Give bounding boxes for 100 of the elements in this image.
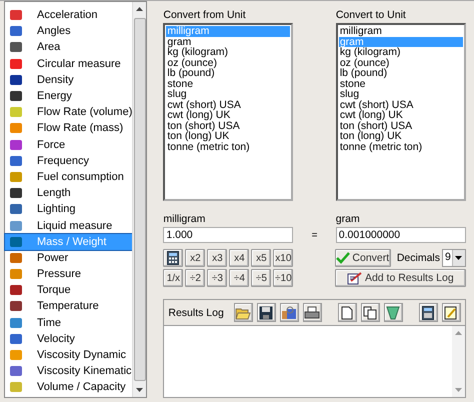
copy-button[interactable] xyxy=(360,303,380,322)
unit-item[interactable]: slug xyxy=(166,89,290,100)
unit-item[interactable]: cwt (short) USA xyxy=(338,100,463,110)
unit-item[interactable]: gram xyxy=(166,36,290,47)
divide-button[interactable]: ÷10 xyxy=(273,269,294,287)
category-item[interactable]: Energy xyxy=(5,88,132,104)
category-item[interactable]: Viscosity Dynamic xyxy=(5,346,132,364)
notepad-icon xyxy=(346,272,363,284)
divide-button[interactable]: ÷3 xyxy=(207,269,228,287)
calculator-button[interactable] xyxy=(418,303,438,322)
unit-item[interactable]: ton (short) USA xyxy=(338,120,463,131)
export-button[interactable] xyxy=(280,303,299,322)
equals-sign: = xyxy=(312,230,318,243)
category-icon xyxy=(9,299,23,314)
calculator-icon xyxy=(422,306,434,320)
decimals-label: Decimals xyxy=(396,252,440,264)
printer-icon xyxy=(304,306,320,320)
scroll-thumb[interactable] xyxy=(134,18,146,381)
from-value-field[interactable]: 1.000 xyxy=(163,227,294,243)
category-icon xyxy=(9,267,23,282)
category-icon xyxy=(9,121,23,136)
unit-item[interactable]: slug xyxy=(338,89,463,100)
unit-list-label: Convert to Unit xyxy=(336,9,407,21)
category-item[interactable]: Flow Rate (volume) xyxy=(5,104,132,120)
open-button[interactable] xyxy=(234,303,253,322)
category-item[interactable]: Frequency xyxy=(5,152,132,169)
add-to-log-button[interactable]: Add to Results Log xyxy=(334,269,466,287)
unit-item[interactable]: kg (kilogram) xyxy=(338,47,463,58)
category-icon xyxy=(9,89,23,104)
multiply-button[interactable]: x5 xyxy=(251,249,272,267)
multiply-button[interactable]: x3 xyxy=(207,249,228,267)
unit-item[interactable]: cwt (long) UK xyxy=(166,110,290,120)
multiply-button[interactable]: x10 xyxy=(273,249,294,267)
category-icon xyxy=(9,8,23,22)
category-item[interactable]: Power xyxy=(5,250,132,266)
scroll-up-icon[interactable] xyxy=(136,7,144,11)
convert-button[interactable]: Convert xyxy=(334,249,391,267)
category-item[interactable]: Fuel consumption xyxy=(5,168,132,186)
unit-item[interactable]: ton (long) UK xyxy=(338,131,463,142)
scroll-down-icon[interactable] xyxy=(136,388,144,392)
folder-icon xyxy=(235,306,252,320)
unit-item[interactable]: cwt (short) USA xyxy=(166,100,290,110)
scrollbar[interactable] xyxy=(132,2,146,397)
unit-item[interactable]: oz (ounce) xyxy=(338,58,463,68)
category-item[interactable]: Liquid measure xyxy=(5,217,132,234)
unit-item[interactable]: lb (pound) xyxy=(166,68,290,78)
unit-item[interactable]: cwt (long) UK xyxy=(338,110,463,120)
multiply-button[interactable]: x4 xyxy=(229,249,250,267)
clear-button[interactable] xyxy=(384,303,403,322)
category-item[interactable]: Area xyxy=(5,39,132,56)
print-button[interactable] xyxy=(302,303,322,322)
unit-item[interactable]: milligram xyxy=(338,26,463,36)
results-log-label: Results Log xyxy=(168,306,224,318)
category-item[interactable]: Circular measure xyxy=(5,56,132,72)
unit-item[interactable]: stone xyxy=(338,78,463,89)
category-item[interactable]: Temperature xyxy=(5,298,132,315)
decimals-dropdown[interactable]: 9 xyxy=(442,249,466,267)
to-value-field[interactable]: 0.001000000 xyxy=(336,227,466,243)
unit-item[interactable]: kg (kilogram) xyxy=(166,47,290,58)
category-icon xyxy=(9,348,23,362)
category-icon xyxy=(9,250,23,265)
unit-item[interactable]: tonne (metric ton) xyxy=(166,142,290,152)
category-icon xyxy=(9,332,23,346)
category-item[interactable]: Flow Rate (mass) xyxy=(5,120,132,136)
category-icon xyxy=(9,202,23,216)
unit-item[interactable]: stone xyxy=(166,78,290,89)
document-icon xyxy=(341,306,354,320)
category-item[interactable]: Length xyxy=(5,185,132,202)
category-icon xyxy=(9,234,23,249)
category-item[interactable]: Acceleration xyxy=(5,7,132,24)
unit-item[interactable]: lb (pound) xyxy=(338,68,463,78)
calculator-icon xyxy=(167,251,180,265)
category-item[interactable]: Density xyxy=(5,72,132,88)
category-item[interactable]: Time xyxy=(5,314,132,331)
category-icon xyxy=(9,154,23,168)
divide-button[interactable]: ÷4 xyxy=(229,269,250,287)
category-icon xyxy=(9,218,23,233)
edit-button[interactable] xyxy=(442,303,461,322)
divide-button[interactable]: 1/x xyxy=(163,269,184,287)
category-item[interactable]: Lighting xyxy=(5,201,132,218)
save-button[interactable] xyxy=(256,303,276,322)
unit-item[interactable]: tonne (metric ton) xyxy=(338,142,463,152)
category-item[interactable]: Viscosity Kinematic xyxy=(5,363,132,380)
category-item[interactable]: Pressure xyxy=(5,266,132,282)
divide-button[interactable]: ÷2 xyxy=(185,269,206,287)
category-icon xyxy=(9,283,23,298)
new-button[interactable] xyxy=(338,303,357,322)
multiply-button[interactable]: x2 xyxy=(185,249,206,267)
unit-item[interactable]: ton (long) UK xyxy=(166,131,290,142)
category-item[interactable]: Angles xyxy=(5,23,132,40)
category-item[interactable]: Velocity xyxy=(5,330,132,347)
unit-item[interactable]: oz (ounce) xyxy=(166,58,290,68)
category-item[interactable]: Volume / Capacity xyxy=(5,379,132,396)
category-icon xyxy=(9,105,23,120)
category-item[interactable]: Torque xyxy=(5,282,132,298)
divide-button[interactable]: ÷5 xyxy=(251,269,272,287)
calculator-button[interactable] xyxy=(163,249,184,267)
category-item[interactable]: Force xyxy=(5,136,132,153)
from-value-label: milligram xyxy=(163,213,206,225)
unit-item[interactable]: ton (short) USA xyxy=(166,120,290,131)
